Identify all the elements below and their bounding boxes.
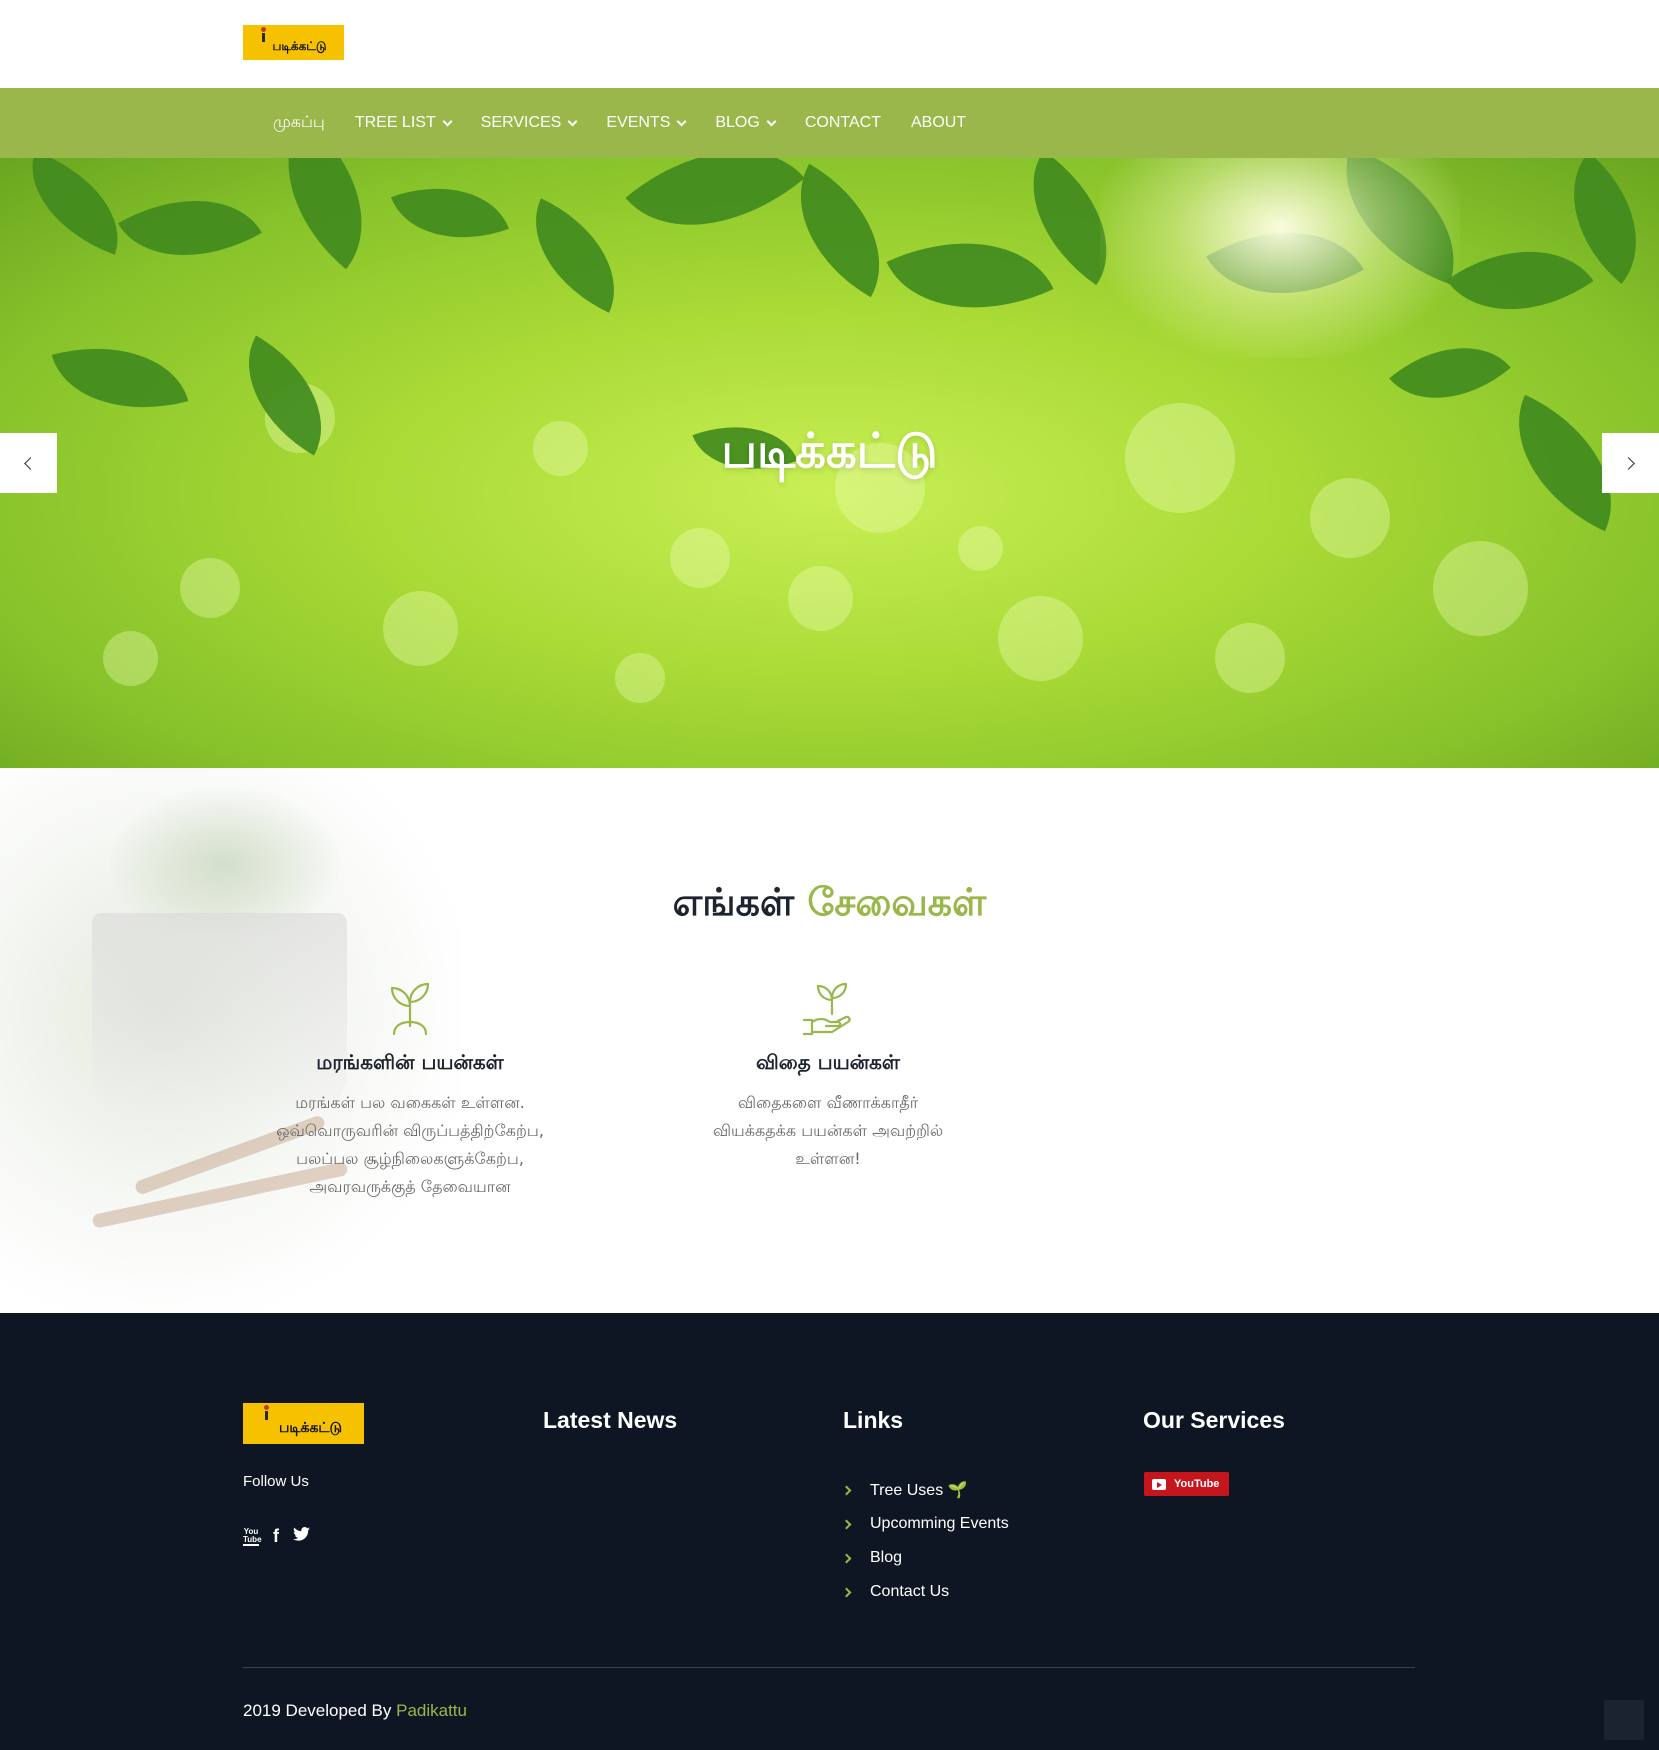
chevron-down-icon xyxy=(766,116,777,126)
footer-divider xyxy=(243,1667,1415,1668)
footer-link-label: Blog xyxy=(870,1549,903,1566)
follow-us-label: Follow Us xyxy=(243,1473,309,1490)
logo-text: படிக்கட்டு xyxy=(272,38,327,53)
chevron-right-icon xyxy=(841,1587,852,1597)
logo-figure-icon xyxy=(262,1405,270,1421)
service-card-title: மரங்களின் பயன்கள் xyxy=(316,1050,504,1074)
latest-news-title: Latest News xyxy=(543,1407,678,1433)
slider-prev-button[interactable] xyxy=(0,433,57,493)
service-card-tree-uses[interactable]: மரங்களின் பயன்கள் மரங்கள் பல வகைகள் உள்ள… xyxy=(240,980,580,1201)
footer-link-label: Contact Us xyxy=(870,1583,950,1600)
chevron-right-icon xyxy=(841,1485,852,1495)
chevron-down-icon xyxy=(567,116,578,126)
copyright-prefix: 2019 Developed By xyxy=(243,1701,397,1720)
sprout-icon xyxy=(390,982,430,1036)
leaf-shape xyxy=(1446,211,1594,350)
leaf-shape xyxy=(391,163,509,263)
social-links: You Tube f xyxy=(243,1526,324,1547)
youtube-subscribe-badge[interactable]: YouTube xyxy=(1144,1472,1230,1496)
footer-links-list: Tree Uses 🌱 Upcomming Events Blog Contac… xyxy=(841,1473,1009,1609)
logo-figure-icon xyxy=(259,27,267,43)
nav-item-label: SERVICES xyxy=(480,114,562,131)
service-card-text: விதைகளை வீணாக்காதீர் வியக்கதக்க பயன்கள் … xyxy=(712,1093,944,1168)
chevron-right-icon xyxy=(841,1553,852,1563)
main-navbar: முகப்பு TREE LIST SERVICES EVENTS BLOG CONTAC… xyxy=(0,88,1659,158)
nav-item-services[interactable]: SERVICES xyxy=(480,114,578,132)
bokeh-light xyxy=(180,558,240,618)
bokeh-light xyxy=(787,565,853,631)
site-logo[interactable]: படிக்கட்டு xyxy=(243,25,344,60)
leaf-shape xyxy=(625,158,805,275)
service-card-text: மரங்கள் பல வகைகள் உள்ளன. ஒவ்வொருவரின் வி… xyxy=(276,1093,544,1196)
leaf-shape xyxy=(11,158,139,255)
nav-item-label: EVENTS xyxy=(606,114,671,131)
copyright-brand-link[interactable]: Padikattu xyxy=(396,1701,467,1720)
nav-item-label: TREE LIST xyxy=(354,114,436,131)
leaf-shape xyxy=(118,163,262,293)
leaf-shape xyxy=(886,202,1054,349)
leaf-shape xyxy=(51,323,189,433)
bokeh-light xyxy=(1310,478,1390,558)
youtube-icon[interactable]: You Tube xyxy=(243,1527,262,1546)
bokeh-light xyxy=(1215,623,1285,693)
hand-sprout-icon xyxy=(802,982,851,1036)
services-title-part2: சேவைகள் xyxy=(807,880,987,924)
twitter-icon[interactable] xyxy=(293,1527,310,1546)
footer-logo[interactable]: படிக்கட்டு xyxy=(243,1403,364,1444)
nav-item-contact[interactable]: CONTACT xyxy=(805,114,881,132)
bokeh-light xyxy=(957,525,1003,571)
nav-item-tree-list[interactable]: TREE LIST xyxy=(354,114,453,132)
nav-item-label: CONTACT xyxy=(804,114,881,131)
site-footer: படிக்கட்டு Follow Us You Tube f Latest Ne… xyxy=(0,1313,1659,1750)
nav-item-label: ABOUT xyxy=(910,114,967,131)
logo-text: படிக்கட்டு xyxy=(278,1419,343,1436)
bokeh-light xyxy=(670,528,730,588)
facebook-icon[interactable]: f xyxy=(273,1526,279,1547)
chevron-down-icon xyxy=(676,116,687,126)
services-title: எங்கள் சேவைகள் xyxy=(0,880,1659,930)
services-title-part1: எங்கள் xyxy=(672,880,795,924)
hero-slider: படிக்கட்டு xyxy=(0,158,1659,768)
our-services-title: Our Services xyxy=(1143,1407,1285,1433)
footer-link-label: Tree Uses 🌱 xyxy=(870,1482,968,1499)
copyright-text: 2019 Developed By Padikattu xyxy=(243,1701,467,1721)
nav-item-label: முகப்பு xyxy=(273,114,325,131)
hero-title: படிக்கட்டு xyxy=(721,423,938,479)
footer-link-label: Upcomming Events xyxy=(870,1515,1009,1532)
chevron-left-icon xyxy=(24,456,37,470)
main-nav: முகப்பு TREE LIST SERVICES EVENTS BLOG CONTAC… xyxy=(273,88,996,158)
nav-item-முகப்பு[interactable]: முகப்பு xyxy=(273,113,325,133)
leaf-shape xyxy=(246,158,404,270)
links-title: Links xyxy=(843,1407,904,1433)
scroll-to-top-button[interactable] xyxy=(1604,1700,1644,1740)
bokeh-light xyxy=(997,595,1083,681)
chevron-down-icon xyxy=(442,116,453,126)
service-card-title: விதை பயன்கள் xyxy=(756,1050,900,1074)
nav-item-blog[interactable]: BLOG xyxy=(715,114,777,132)
youtube-play-icon xyxy=(1152,1478,1166,1490)
footer-link-upcoming-events[interactable]: Upcomming Events xyxy=(841,1507,1009,1541)
nav-item-about[interactable]: ABOUT xyxy=(911,114,966,132)
chevron-right-icon xyxy=(1622,456,1635,470)
bokeh-light xyxy=(615,653,665,703)
footer-link-contact-us[interactable]: Contact Us xyxy=(841,1575,1009,1609)
footer-link-tree-uses[interactable]: Tree Uses 🌱 xyxy=(841,1473,1009,1507)
services-section: எங்கள் சேவைகள் மரங்களின் பயன்கள் மரங்கள்… xyxy=(0,768,1659,1313)
youtube-badge-label: YouTube xyxy=(1174,1478,1220,1490)
footer-link-blog[interactable]: Blog xyxy=(841,1541,1009,1575)
service-card-seed-uses[interactable]: விதை பயன்கள் விதைகளை வீணாக்காதீர் வியக்க… xyxy=(658,980,998,1173)
bokeh-light xyxy=(1432,540,1528,636)
nav-item-events[interactable]: EVENTS xyxy=(606,114,687,132)
nav-item-label: BLOG xyxy=(715,114,760,131)
chevron-right-icon xyxy=(841,1519,852,1529)
bokeh-light xyxy=(102,630,158,686)
sun-glare xyxy=(1100,158,1460,358)
slider-next-button[interactable] xyxy=(1602,433,1659,493)
leaf-shape xyxy=(509,198,641,313)
top-header: படிக்கட்டு xyxy=(0,0,1659,88)
bokeh-light xyxy=(382,590,458,666)
